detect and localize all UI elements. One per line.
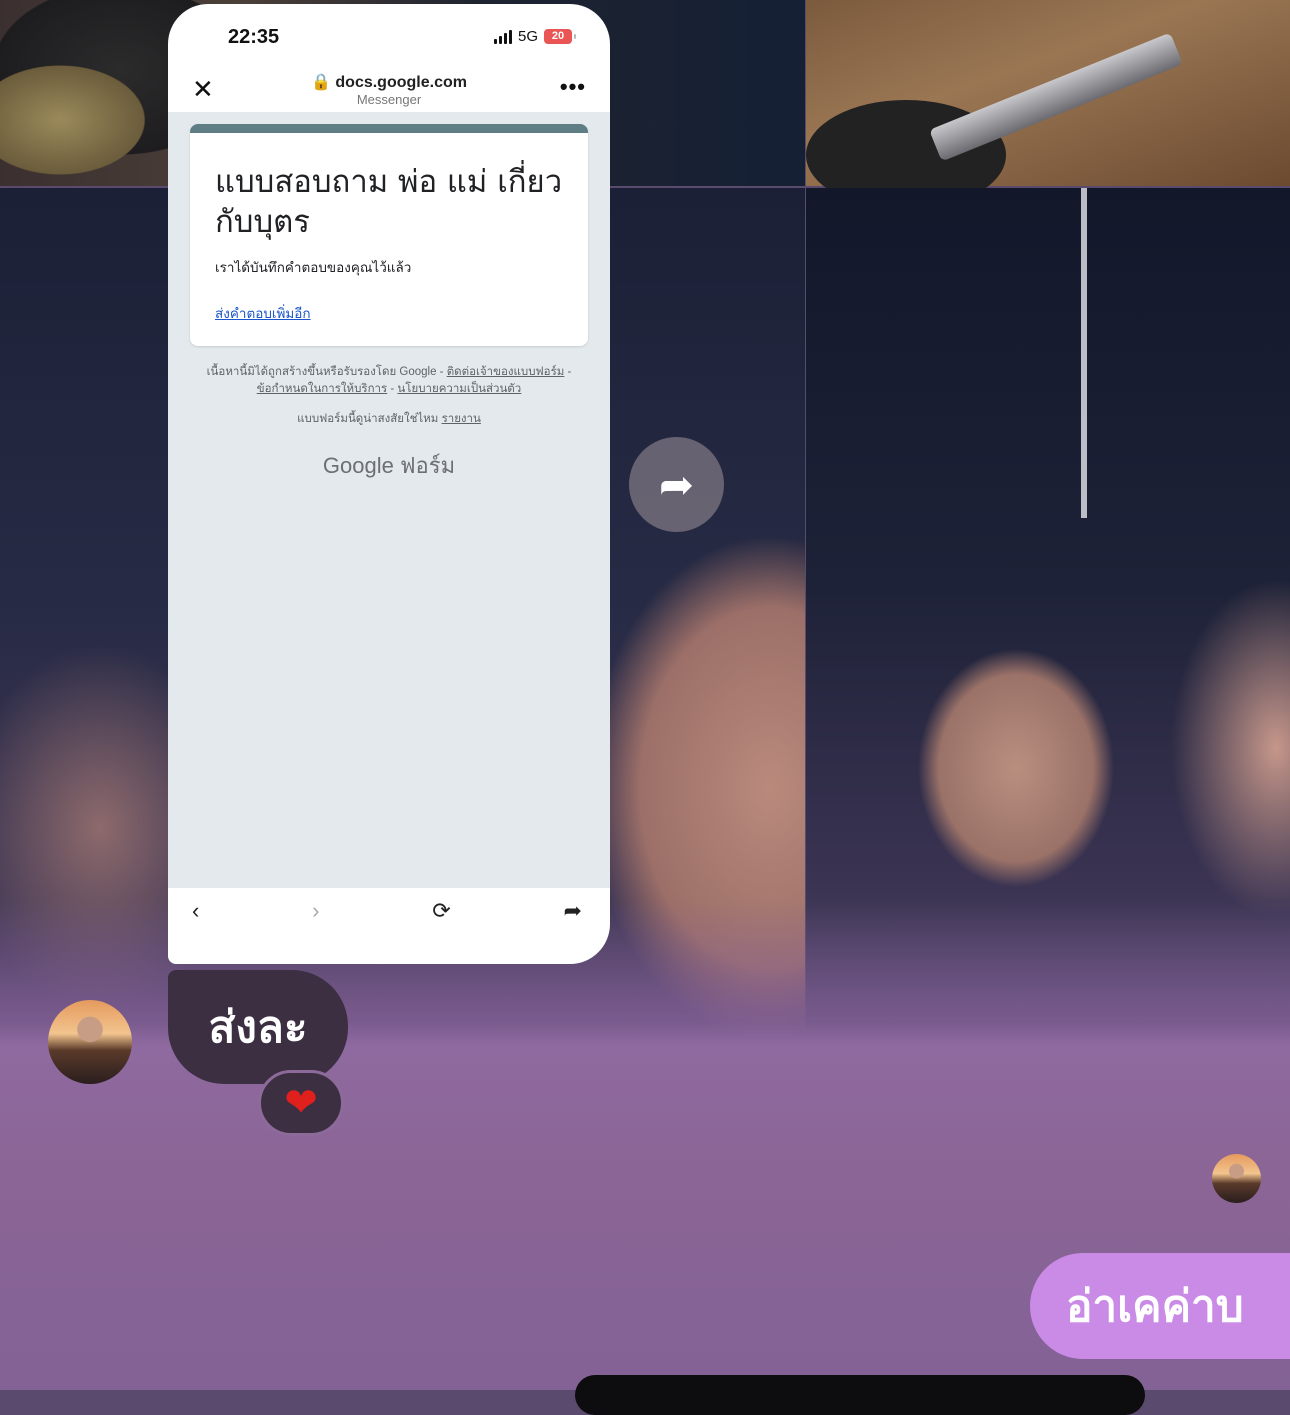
incoming-message-bubble[interactable]: ส่งละ — [168, 970, 348, 1084]
form-confirmation-card: แบบสอบถาม พ่อ แม่ เกี่ยวกับบุตร เราได้บั… — [190, 124, 588, 346]
heart-icon: ❤ — [284, 1081, 318, 1125]
submit-another-link[interactable]: ส่งคำตอบเพิ่มอีก — [215, 302, 311, 324]
form-title: แบบสอบถาม พ่อ แม่ เกี่ยวกับบุตร — [215, 164, 563, 240]
back-icon[interactable]: ‹ — [192, 898, 199, 924]
battery-icon: 20 — [544, 29, 576, 44]
contact-owner-link[interactable]: ติดต่อเจ้าของแบบฟอร์ม — [447, 366, 565, 378]
report-link[interactable]: รายงาน — [442, 413, 481, 425]
shared-screenshot-message[interactable]: 22:35 5G 20 ✕ 🔒 docs.google.com Messenge… — [168, 4, 610, 964]
avatar[interactable] — [48, 1000, 132, 1084]
network-type: 5G — [517, 28, 538, 45]
message-composer[interactable] — [575, 1375, 1145, 1415]
signal-icon — [493, 29, 512, 44]
background-tile — [806, 0, 1290, 210]
privacy-link[interactable]: นโยบายความเป็นส่วนตัว — [397, 383, 521, 395]
google-forms-logo: Google ฟอร์ม — [322, 453, 456, 478]
form-confirmation-text: เราได้บันทึกคำตอบของคุณไว้แล้ว — [215, 260, 412, 275]
url-host: 🔒 docs.google.com — [311, 74, 467, 91]
url-subtitle: Messenger — [356, 92, 422, 107]
report-abuse-line: แบบฟอร์มนี้ดูน่าสงสัยใช่ไหม รายงาน — [188, 410, 590, 428]
forward-message-button[interactable]: ➦ — [629, 437, 724, 532]
browser-nav-bar: ‹ › ⟳ ➦ — [168, 888, 610, 934]
legal-disclaimer: เนื้อหานี้มิได้ถูกสร้างขึ้นหรือรับรองโดย… — [206, 366, 444, 378]
phone-status-bar: 22:35 5G 20 — [168, 4, 610, 68]
form-legal-text: เนื้อหานี้มิได้ถูกสร้างขึ้นหรือรับรองโดย… — [206, 366, 572, 395]
status-time: 22:35 — [228, 26, 280, 48]
in-app-browser-bar: ✕ 🔒 docs.google.com Messenger ••• — [168, 68, 610, 112]
form-accent-bar — [190, 124, 588, 133]
more-icon[interactable]: ••• — [560, 74, 586, 100]
share-forward-icon: ➦ — [658, 461, 695, 508]
forward-icon[interactable]: › — [312, 898, 319, 924]
suspicious-text: แบบฟอร์มนี้ดูน่าสงสัยใช่ไหม — [297, 413, 439, 425]
terms-link[interactable]: ข้อกำหนดในการให้บริการ — [257, 383, 387, 395]
url-host-text: docs.google.com — [335, 74, 467, 91]
outgoing-message-bubble[interactable]: อ่าเคค่าบ — [1030, 1253, 1290, 1359]
share-icon[interactable]: ➦ — [564, 898, 582, 924]
webview: แบบสอบถาม พ่อ แม่ เกี่ยวกับบุตร เราได้บั… — [168, 112, 610, 888]
heart-reaction[interactable]: ❤ — [258, 1070, 344, 1136]
read-receipt-avatar — [1212, 1154, 1261, 1203]
reload-icon[interactable]: ⟳ — [432, 898, 450, 924]
